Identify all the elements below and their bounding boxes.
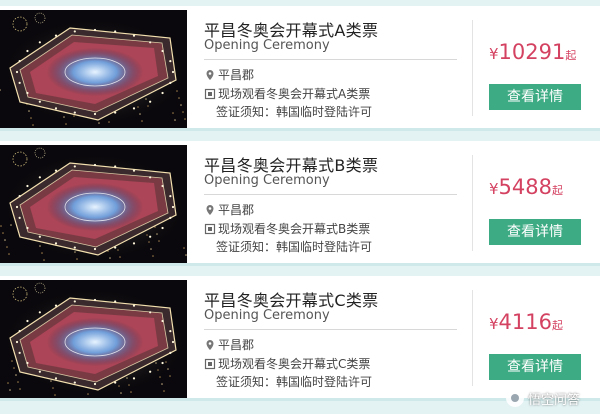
ticket-card[interactable]: 平昌冬奥会开幕式B类票 Opening Ceremony 平昌郡 现场观看冬奥会… xyxy=(0,141,600,266)
currency-symbol: ¥ xyxy=(489,180,499,198)
ticket-subtitle: Opening Ceremony xyxy=(204,38,330,53)
stadium-illustration xyxy=(0,280,187,398)
ticket-icon xyxy=(204,358,216,369)
price-unit: 起 xyxy=(565,49,577,62)
price-value: 4116 xyxy=(498,310,552,334)
detail-text: 现场观看冬奥会开幕式B类票 xyxy=(218,222,371,236)
visa-row: 签证须知：韩国临时登陆许可 xyxy=(216,373,372,390)
currency-symbol: ¥ xyxy=(489,315,499,333)
visa-row: 签证须知：韩国临时登陆许可 xyxy=(216,103,372,120)
currency-symbol: ¥ xyxy=(489,45,499,63)
ticket-card[interactable]: 平昌冬奥会开幕式C类票 Opening Ceremony 平昌郡 现场观看冬奥会… xyxy=(0,276,600,401)
stadium-image[interactable] xyxy=(0,145,187,263)
price-unit: 起 xyxy=(552,184,563,197)
visa-text: 签证须知：韩国临时登陆许可 xyxy=(216,240,373,254)
map-pin-icon xyxy=(206,339,214,350)
watermark-text: 悟空问答 xyxy=(528,392,581,408)
divider xyxy=(204,329,457,330)
view-details-button[interactable]: 查看详情 xyxy=(489,84,581,110)
visa-text: 签证须知：韩国临时登陆许可 xyxy=(216,375,373,389)
stadium-illustration xyxy=(0,145,187,263)
ticket-icon xyxy=(204,223,216,234)
location-text: 平昌郡 xyxy=(218,68,255,82)
visa-text: 签证须知：韩国临时登陆许可 xyxy=(216,105,373,119)
vertical-divider xyxy=(472,20,473,116)
view-details-button[interactable]: 查看详情 xyxy=(489,219,581,245)
vertical-divider xyxy=(472,290,473,386)
ticket-icon xyxy=(204,88,216,99)
divider xyxy=(204,59,457,60)
stadium-illustration xyxy=(0,10,187,128)
detail-row: 现场观看冬奥会开幕式C类票 xyxy=(204,355,370,372)
wukong-logo-icon xyxy=(506,389,524,407)
detail-text: 现场观看冬奥会开幕式A类票 xyxy=(218,87,371,101)
location-text: 平昌郡 xyxy=(218,338,255,352)
ticket-card[interactable]: 平昌冬奥会开幕式A类票 Opening Ceremony 平昌郡 现场观看冬奥会… xyxy=(0,6,600,131)
detail-text: 现场观看冬奥会开幕式C类票 xyxy=(218,357,371,371)
view-details-button[interactable]: 查看详情 xyxy=(489,354,581,380)
location-row: 平昌郡 xyxy=(204,66,254,83)
visa-row: 签证须知：韩国临时登陆许可 xyxy=(216,238,372,255)
stadium-image[interactable] xyxy=(0,10,187,128)
detail-row: 现场观看冬奥会开幕式A类票 xyxy=(204,85,370,102)
price-value: 10291 xyxy=(498,40,566,64)
map-pin-icon xyxy=(206,204,214,215)
price-value: 5488 xyxy=(498,175,552,199)
location-row: 平昌郡 xyxy=(204,201,254,218)
ticket-subtitle: Opening Ceremony xyxy=(204,308,330,323)
stadium-image[interactable] xyxy=(0,280,187,398)
vertical-divider xyxy=(472,155,473,251)
map-pin-icon xyxy=(206,69,214,80)
detail-row: 现场观看冬奥会开幕式B类票 xyxy=(204,220,370,237)
price: ¥5488起 xyxy=(489,175,563,199)
location-row: 平昌郡 xyxy=(204,336,254,353)
price-unit: 起 xyxy=(552,319,563,332)
price: ¥4116起 xyxy=(489,310,563,334)
price: ¥10291起 xyxy=(489,40,576,64)
watermark: 悟空问答 xyxy=(506,387,580,409)
location-text: 平昌郡 xyxy=(218,203,255,217)
ticket-subtitle: Opening Ceremony xyxy=(204,173,330,188)
divider xyxy=(204,194,457,195)
